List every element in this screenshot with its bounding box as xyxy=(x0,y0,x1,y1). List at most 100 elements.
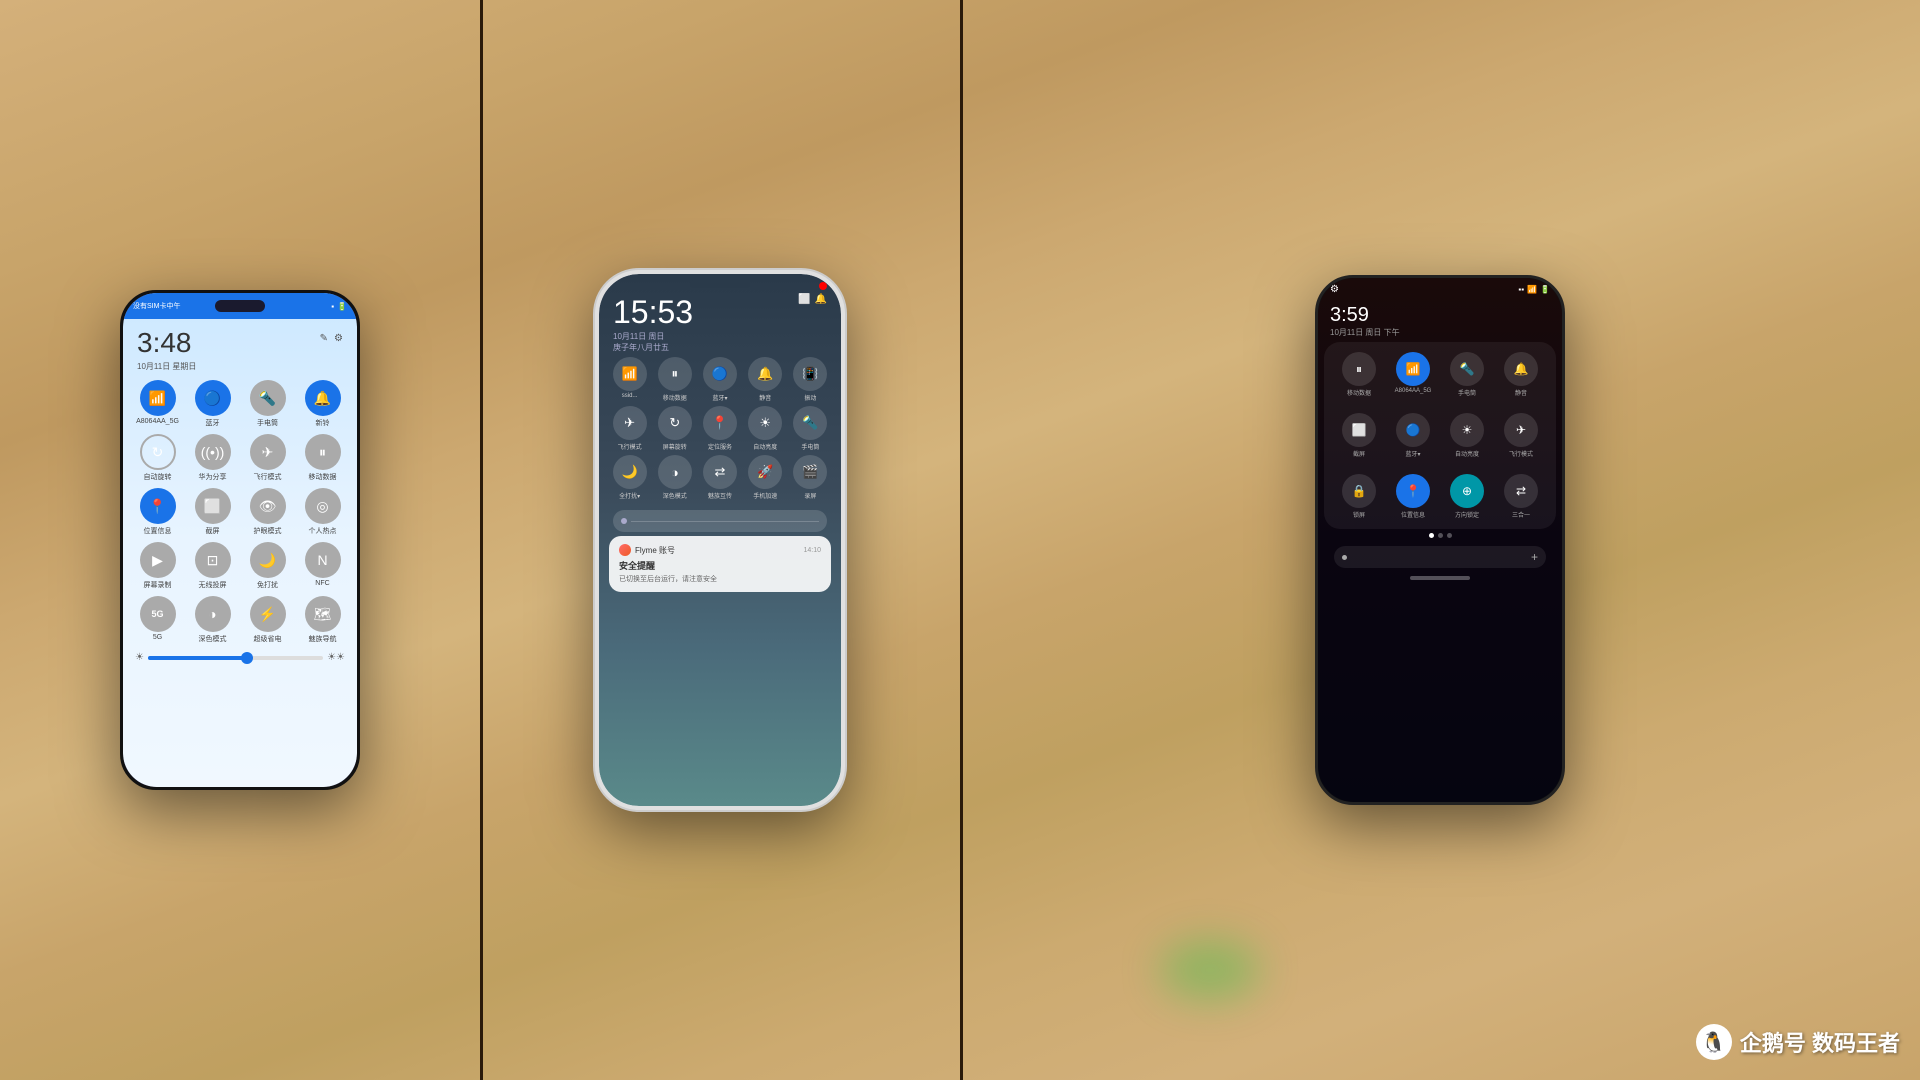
meizu-tile-dark[interactable]: ◑ 深色模式 xyxy=(654,455,695,500)
xiaomi-torch-icon: 🔦 xyxy=(1450,352,1484,386)
xiaomi-tile-brightness[interactable]: ☀ 自动亮度 xyxy=(1442,407,1492,464)
huawei-edit-icons: ✎ ⚙ xyxy=(320,333,343,344)
xiaomi-tile-cast[interactable]: ⬜ 截屏 xyxy=(1334,407,1384,464)
huawei-tile-wifi[interactable]: 📶 A8064AA_5G xyxy=(133,380,182,428)
huawei-tile-bluetooth[interactable]: 🔵 蓝牙 xyxy=(188,380,237,428)
huawei-tile-share[interactable]: ((•)) 华为分享 xyxy=(188,434,237,482)
huawei-tile-video[interactable]: ▶ 屏幕录制 xyxy=(133,542,182,590)
meizu-bluetooth-label: 蓝牙▾ xyxy=(712,393,727,402)
huawei-tile-screenshot[interactable]: ⬜ 截屏 xyxy=(188,488,237,536)
meizu-tile-boost[interactable]: 🚀 手机加速 xyxy=(745,455,786,500)
huawei-brightness-slider[interactable]: ☀ ☀☀ xyxy=(123,648,357,667)
xiaomi-tile-lock[interactable]: 🔒 锁屏 xyxy=(1334,468,1384,525)
watermark-text: 企鹅号 数码王者 xyxy=(1740,1026,1900,1058)
nfc-label: NFC xyxy=(315,580,329,587)
meizu-tile-wifi[interactable]: 📶 ssid... xyxy=(609,357,650,402)
meizu-tile-dnd[interactable]: 🌙 全打扰▾ xyxy=(609,455,650,500)
xiaomi-battery-icon: 🔋 xyxy=(1540,285,1550,294)
meizu-search-bar[interactable] xyxy=(613,510,827,532)
meizu-flyme-icon xyxy=(619,544,631,556)
meizu-notif-app-name: Flyme 账号 xyxy=(635,545,675,556)
xiaomi-bluetooth-label: 蓝牙▾ xyxy=(1405,449,1420,458)
meizu-tile-bluetooth[interactable]: 🔵 蓝牙▾ xyxy=(699,357,740,402)
xiaomi-data-label: 移动数据 xyxy=(1347,388,1371,397)
huawei-tile-supersave[interactable]: ⚡ 超级省电 xyxy=(243,596,292,644)
video-icon: ▶ xyxy=(140,542,176,578)
xiaomi-tile-airplane[interactable]: ✈ 飞行模式 xyxy=(1496,407,1546,464)
meizu-notif-time: 14:10 xyxy=(803,547,821,554)
huawei-tile-cast[interactable]: ⊡ 无线投屏 xyxy=(188,542,237,590)
bell-label: 新铃 xyxy=(316,418,330,428)
huawei-tile-pause[interactable]: ⏸ 移动数据 xyxy=(298,434,347,482)
meizu-tile-rotate[interactable]: ↻ 屏幕旋转 xyxy=(654,406,695,451)
huawei-tile-eye[interactable]: 👁 护眼模式 xyxy=(243,488,292,536)
xiaomi-tile-onehanded[interactable]: ⇄ 三合一 xyxy=(1496,468,1546,525)
huawei-tile-hotspot[interactable]: ◎ 个人热点 xyxy=(298,488,347,536)
cast-label: 无线投屏 xyxy=(199,580,227,590)
video-label: 屏幕录制 xyxy=(144,580,172,590)
meizu-tile-airplane[interactable]: ✈ 飞行模式 xyxy=(609,406,650,451)
meizu-notif-header: Flyme 账号 14:10 xyxy=(619,544,821,556)
meizu-screenrec-icon: 🎬 xyxy=(793,455,827,489)
meizu-screenrec-label: 录屏 xyxy=(804,491,816,500)
xiaomi-search-bar[interactable]: + xyxy=(1334,546,1546,568)
meizu-tile-interact[interactable]: ⇄ 魅族互传 xyxy=(699,455,740,500)
meizu-tile-screen-rec[interactable]: 🎬 录屏 xyxy=(790,455,831,500)
huawei-tile-bell[interactable]: 🔔 新铃 xyxy=(298,380,347,428)
xiaomi-airplane-label: 飞行模式 xyxy=(1509,449,1533,458)
xiaomi-tile-bell[interactable]: 🔔 静音 xyxy=(1496,346,1546,403)
meizu-tile-data[interactable]: ⏸ 移动数据 xyxy=(654,357,695,402)
xiaomi-gear-icon[interactable]: ⚙ xyxy=(1330,284,1339,295)
meizu-notch-area xyxy=(599,274,841,294)
huawei-edit-icon[interactable]: ✎ xyxy=(320,333,328,344)
meizu-bluetooth-icon: 🔵 xyxy=(703,357,737,391)
meizu-date-2: 庚子年八月廿五 xyxy=(613,342,693,353)
dark-mode-label: 深色模式 xyxy=(199,634,227,644)
xiaomi-screen: ⚙ ▪▪ 📶 🔋 3:59 10月11日 周日 下午 ⏸ 移动数据 📶 A806 xyxy=(1318,278,1562,802)
huawei-tile-location[interactable]: 📍 位置信息 xyxy=(133,488,182,536)
watermark-penguin-icon: 🐧 xyxy=(1696,1024,1732,1060)
meizu-status-icons: ⬜ 🔔 xyxy=(798,294,827,305)
xiaomi-wifi-label: A8064AA_5G xyxy=(1395,388,1432,394)
xiaomi-tile-location[interactable]: 📍 位置信息 xyxy=(1388,468,1438,525)
xiaomi-location-label: 位置信息 xyxy=(1401,510,1425,519)
huawei-tile-airplane[interactable]: ✈ 飞行模式 xyxy=(243,434,292,482)
xiaomi-location-icon: 📍 xyxy=(1396,474,1430,508)
meizu-notification[interactable]: Flyme 账号 14:10 安全提醒 已切换至后台运行，请注意安全 xyxy=(609,536,831,592)
navigation-icon: 🗺 xyxy=(305,596,341,632)
huawei-tile-moon[interactable]: 🌙 免打扰 xyxy=(243,542,292,590)
huawei-settings-icon[interactable]: ⚙ xyxy=(334,333,343,344)
meizu-tile-torch[interactable]: 🔦 手电筒 xyxy=(790,406,831,451)
brightness-track xyxy=(148,656,323,660)
huawei-date: 10月11日 星期日 xyxy=(137,361,196,372)
eye-label: 护眼模式 xyxy=(254,526,282,536)
meizu-tile-location[interactable]: 📍 定位服务 xyxy=(699,406,740,451)
huawei-tile-dark[interactable]: ◑ 深色模式 xyxy=(188,596,237,644)
meizu-vibrate-label: 振动 xyxy=(804,393,816,402)
eye-icon: 👁 xyxy=(250,488,286,524)
xiaomi-wifi-icon: 📶 xyxy=(1527,285,1537,294)
xiaomi-plus-icon[interactable]: + xyxy=(1531,550,1538,564)
huawei-tile-navigation[interactable]: 🗺 魅族导航 xyxy=(298,596,347,644)
xiaomi-tile-compass[interactable]: ⊕ 方向锁定 xyxy=(1442,468,1492,525)
xiaomi-tile-wifi[interactable]: 📶 A8064AA_5G xyxy=(1388,346,1438,403)
meizu-tile-vibrate[interactable]: 📳 振动 xyxy=(790,357,831,402)
xiaomi-tile-torch[interactable]: 🔦 手电筒 xyxy=(1442,346,1492,403)
huawei-tile-rotate[interactable]: ↻ 自动旋转 xyxy=(133,434,182,482)
huawei-tile-5g[interactable]: 5G 5G xyxy=(133,596,182,644)
xiaomi-data-icon: ⏸ xyxy=(1342,352,1376,386)
xiaomi-time: 3:59 xyxy=(1318,300,1562,327)
meizu-rotate-label: 屏幕旋转 xyxy=(663,442,687,451)
huawei-tile-nfc[interactable]: N NFC xyxy=(298,542,347,590)
meizu-tile-brightness[interactable]: ☀ 自动亮度 xyxy=(745,406,786,451)
meizu-time: 15:53 xyxy=(613,294,693,331)
xiaomi-tile-bluetooth[interactable]: 🔵 蓝牙▾ xyxy=(1388,407,1438,464)
huawei-tile-flashlight[interactable]: 🔦 手电筒 xyxy=(243,380,292,428)
location-label: 位置信息 xyxy=(144,526,172,536)
panel-left: 没有SIM卡中午 ▪ 🔋 3:48 10月11日 星期日 ✎ ⚙ xyxy=(0,0,480,1080)
panel-divider-2 xyxy=(960,0,963,1080)
meizu-notif-app: Flyme 账号 xyxy=(619,544,675,556)
meizu-tile-bell[interactable]: 🔔 静音 xyxy=(745,357,786,402)
meizu-notif-body: 已切换至后台运行，请注意安全 xyxy=(619,574,821,584)
xiaomi-tile-data[interactable]: ⏸ 移动数据 xyxy=(1334,346,1384,403)
